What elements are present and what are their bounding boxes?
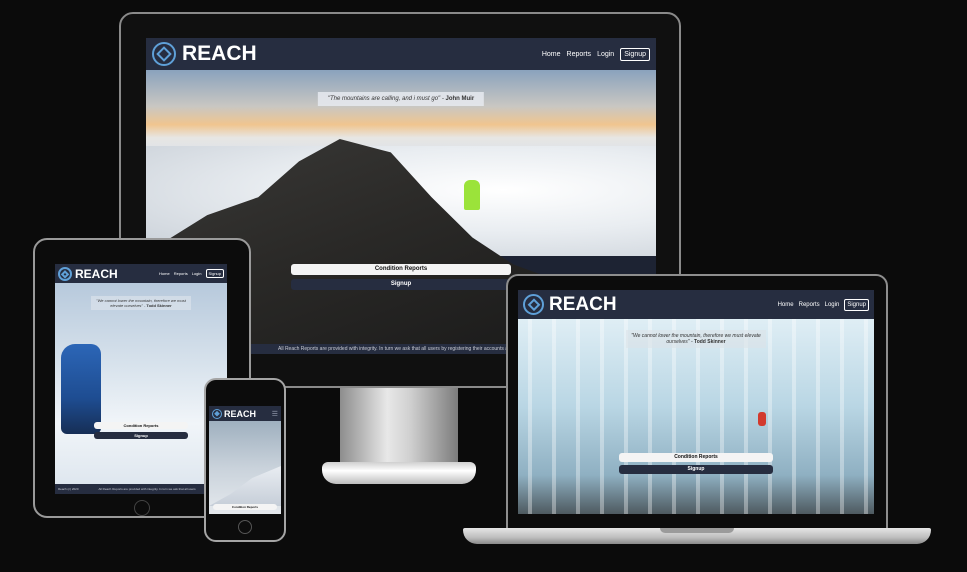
laptop-nav-home[interactable]: Home [778, 302, 794, 308]
laptop-nav-signup[interactable]: Signup [844, 298, 869, 311]
tablet-nav-home[interactable]: Home [159, 271, 170, 276]
laptop-notch [660, 528, 734, 533]
laptop-signup-button[interactable]: Signup [619, 465, 773, 474]
phone-navbar: REACH ☰ [209, 406, 281, 421]
laptop-brand-name: REACH [549, 293, 617, 315]
phone-brand-name: REACH [224, 408, 257, 419]
tablet-nav-login[interactable]: Login [192, 271, 202, 276]
phone-brand[interactable]: REACH [212, 408, 257, 419]
laptop-brand[interactable]: REACH [523, 294, 617, 316]
nav-signup[interactable]: Signup [620, 47, 650, 61]
laptop-climber [758, 412, 766, 426]
phone-condition-reports-button[interactable]: Condition Reports [213, 504, 277, 510]
monitor-navlinks: Home Reports Login Signup [542, 47, 650, 61]
tablet-climber [61, 344, 101, 434]
tablet-brand[interactable]: REACH [58, 266, 118, 281]
monitor-brand-name: REACH [182, 42, 257, 65]
reach-logo-icon [523, 294, 544, 315]
laptop-nav-login[interactable]: Login [825, 302, 840, 308]
nav-home[interactable]: Home [542, 51, 561, 58]
laptop-quote-author: Todd Skinner [694, 339, 726, 345]
monitor-quote-author: John Muir [445, 96, 475, 102]
tablet-navlinks: Home Reports Login Signup [159, 269, 224, 278]
tablet-nav-reports[interactable]: Reports [174, 271, 188, 276]
nav-reports[interactable]: Reports [567, 51, 592, 58]
monitor-signup-button[interactable]: Signup [291, 279, 511, 290]
monitor-hiker [464, 180, 480, 210]
monitor-brand[interactable]: REACH [152, 42, 257, 66]
reach-logo-icon [212, 408, 222, 419]
tablet-brand-name: REACH [75, 266, 118, 281]
reach-logo-icon [58, 266, 72, 281]
nav-login[interactable]: Login [597, 51, 614, 58]
monitor-quote-text: "The mountains are calling, and i must g… [327, 96, 444, 102]
laptop-quote: "We cannot lower the mountain, therefore… [626, 330, 766, 348]
laptop-screen: REACH Home Reports Login Signup "We cann… [518, 290, 874, 514]
mockup-canvas: { "brand": { "name": "REACH", "accent": … [0, 0, 967, 572]
reach-logo-icon [152, 42, 176, 66]
laptop-nav-reports[interactable]: Reports [799, 302, 820, 308]
tablet-quote-text: "We cannot lower the mountain, therefore… [96, 298, 186, 308]
phone-screen: REACH ☰ Condition Reports [209, 406, 281, 514]
tablet-navbar: REACH Home Reports Login Signup [55, 264, 227, 283]
tablet-nav-signup[interactable]: Signup [205, 269, 224, 278]
monitor-navbar: REACH Home Reports Login Signup [146, 38, 656, 70]
phone-home-button [238, 520, 252, 534]
tablet-screen: REACH Home Reports Login Signup "We cann… [55, 264, 227, 494]
tablet-footer-copyright: Reach (c) 2020 [58, 487, 79, 491]
tablet-quote: "We cannot lower the mountain, therefore… [91, 296, 191, 310]
tablet-home-button [134, 500, 150, 516]
monitor-quote: "The mountains are calling, and i must g… [317, 92, 485, 106]
laptop-hero-ice [518, 319, 874, 514]
monitor-stand-neck [340, 388, 458, 466]
tablet-footer: Reach (c) 2020 All Reach Reports are pro… [55, 484, 227, 494]
monitor-condition-reports-button[interactable]: Condition Reports [291, 264, 511, 275]
tablet-quote-author: Todd Skinner [146, 303, 172, 308]
monitor-stand-base [322, 462, 476, 484]
tablet-signup-button[interactable]: Signup [94, 432, 188, 439]
laptop-condition-reports-button[interactable]: Condition Reports [619, 453, 773, 462]
tablet-condition-reports-button[interactable]: Condition Reports [94, 422, 188, 429]
laptop-navlinks: Home Reports Login Signup [778, 298, 869, 311]
hamburger-menu-icon[interactable]: ☰ [272, 410, 278, 418]
laptop-navbar: REACH Home Reports Login Signup [518, 290, 874, 319]
tablet-footer-text: All Reach Reports are provided with inte… [98, 487, 196, 491]
